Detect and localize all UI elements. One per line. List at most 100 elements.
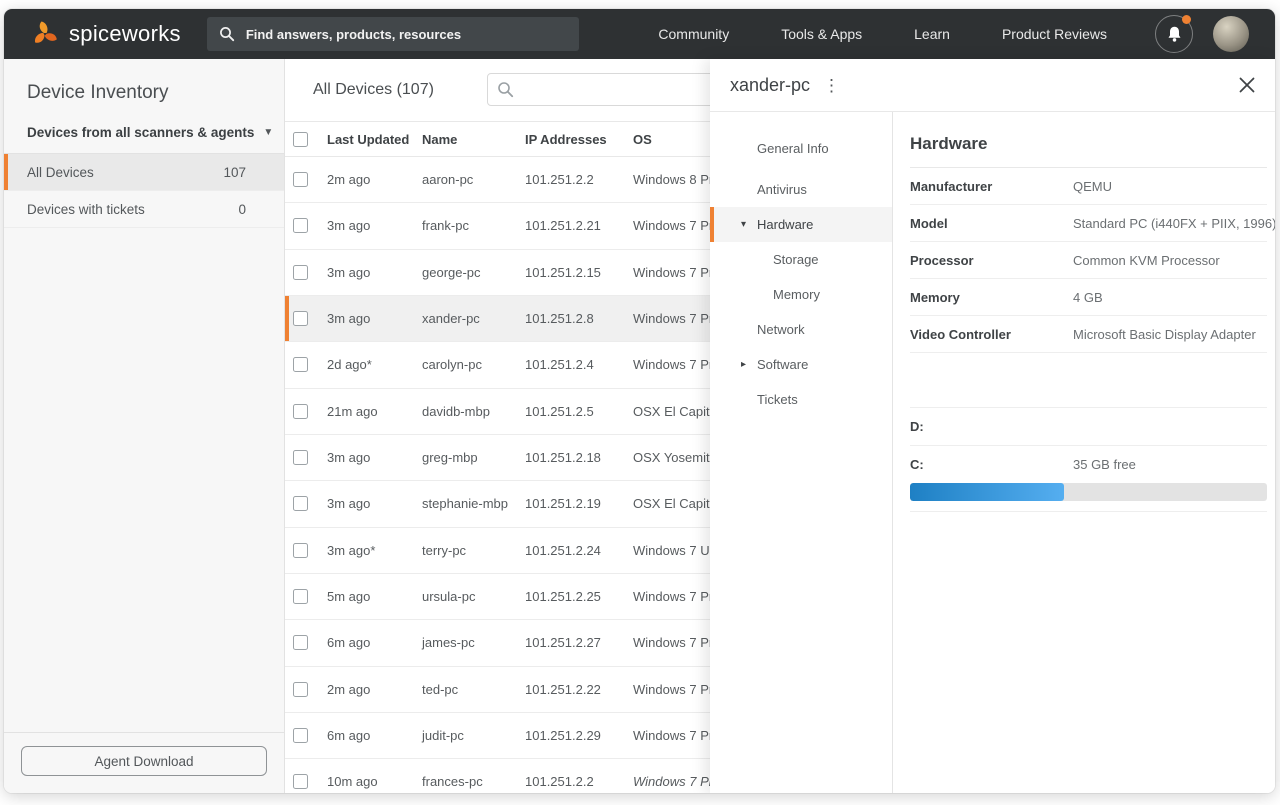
disk-list: D: C: 35 GB free xyxy=(910,407,1267,512)
cell-name: terry-pc xyxy=(422,543,525,558)
column-header-name[interactable]: Name xyxy=(422,132,525,147)
agent-download-button[interactable]: Agent Download xyxy=(21,746,267,776)
spiceworks-logo[interactable]: spiceworks xyxy=(30,19,181,49)
detail-nav: General Info Antivirus ▾ Hardware Storag… xyxy=(710,112,893,793)
column-header-ip-addresses[interactable]: IP Addresses xyxy=(525,132,633,147)
row-checkbox[interactable] xyxy=(293,774,308,789)
cell-last-updated: 3m ago xyxy=(327,311,422,326)
detail-nav-label: General Info xyxy=(757,141,829,156)
device-detail-panel: xander-pc ⋮ General Info Antivirus ▾ Har… xyxy=(710,59,1275,793)
row-checkbox[interactable] xyxy=(293,543,308,558)
disk-row: D: xyxy=(910,408,1267,446)
select-all-checkbox[interactable] xyxy=(293,132,308,147)
detail-nav-label: Software xyxy=(757,357,808,372)
kebab-menu-icon[interactable]: ⋮ xyxy=(823,77,840,94)
cell-ip: 101.251.2.24 xyxy=(525,543,633,558)
cell-ip: 101.251.2.2 xyxy=(525,774,633,789)
hardware-field-row: Model Standard PC (i440FX + PIIX, 1996) xyxy=(910,205,1267,242)
field-value: Common KVM Processor xyxy=(1073,253,1220,268)
cell-ip: 101.251.2.2 xyxy=(525,172,633,187)
navbar-link[interactable]: Community xyxy=(658,26,729,42)
detail-nav-item[interactable]: Storage xyxy=(710,242,892,277)
spiceworks-pepper-icon xyxy=(30,19,60,49)
notifications-button[interactable] xyxy=(1155,15,1193,53)
navbar-link[interactable]: Tools & Apps xyxy=(781,26,862,42)
row-checkbox[interactable] xyxy=(293,589,308,604)
field-label: Memory xyxy=(910,290,1073,305)
cell-last-updated: 3m ago* xyxy=(327,543,422,558)
row-checkbox[interactable] xyxy=(293,218,308,233)
sidebar-item-count: 107 xyxy=(223,165,246,180)
cell-ip: 101.251.2.21 xyxy=(525,218,633,233)
cell-name: frank-pc xyxy=(422,218,525,233)
detail-nav-item[interactable]: Network xyxy=(710,312,892,347)
hardware-field-row: Processor Common KVM Processor xyxy=(910,242,1267,279)
cell-ip: 101.251.2.27 xyxy=(525,635,633,650)
cell-ip: 101.251.2.29 xyxy=(525,728,633,743)
row-checkbox[interactable] xyxy=(293,496,308,511)
row-checkbox[interactable] xyxy=(293,357,308,372)
global-search-input[interactable]: Find answers, products, resources xyxy=(207,17,579,51)
detail-nav-label: Storage xyxy=(773,252,819,267)
row-checkbox[interactable] xyxy=(293,682,308,697)
field-label: Manufacturer xyxy=(910,179,1073,194)
scanner-filter-label: Devices from all scanners & agents xyxy=(27,125,254,140)
row-checkbox[interactable] xyxy=(293,450,308,465)
cell-last-updated: 5m ago xyxy=(327,589,422,604)
top-navbar: spiceworks Find answers, products, resou… xyxy=(4,9,1275,59)
column-header-last-updated[interactable]: Last Updated xyxy=(327,132,422,147)
disk-row: C: 35 GB free xyxy=(910,446,1267,512)
bell-icon xyxy=(1167,25,1182,43)
detail-nav-item[interactable]: Memory xyxy=(710,277,892,312)
cell-ip: 101.251.2.5 xyxy=(525,404,633,419)
detail-nav-item[interactable]: ▾ Hardware xyxy=(710,207,892,242)
cell-last-updated: 21m ago xyxy=(327,404,422,419)
search-icon xyxy=(219,26,235,42)
detail-nav-item[interactable]: General Info xyxy=(710,131,892,166)
row-checkbox[interactable] xyxy=(293,728,308,743)
scanner-filter-dropdown[interactable]: Devices from all scanners & agents ▼ xyxy=(27,125,284,140)
row-checkbox[interactable] xyxy=(293,404,308,419)
table-title: All Devices (107) xyxy=(313,81,434,99)
tree-caret-icon: ▸ xyxy=(741,359,746,370)
cell-last-updated: 3m ago xyxy=(327,450,422,465)
sidebar-item-count: 0 xyxy=(238,202,246,217)
disk-usage-fill xyxy=(910,483,1064,501)
disk-label: C: xyxy=(910,457,1073,472)
field-label: Model xyxy=(910,216,1073,231)
detail-nav-label: Memory xyxy=(773,287,820,302)
hardware-field-row: Memory 4 GB xyxy=(910,279,1267,316)
navbar-link[interactable]: Learn xyxy=(914,26,950,42)
field-label: Video Controller xyxy=(910,327,1073,342)
navbar-link[interactable]: Product Reviews xyxy=(1002,26,1107,42)
field-value: QEMU xyxy=(1073,179,1112,194)
cell-name: aaron-pc xyxy=(422,172,525,187)
detail-nav-label: Network xyxy=(757,322,805,337)
row-checkbox[interactable] xyxy=(293,172,308,187)
row-checkbox[interactable] xyxy=(293,635,308,650)
row-checkbox[interactable] xyxy=(293,265,308,280)
cell-ip: 101.251.2.18 xyxy=(525,450,633,465)
user-avatar[interactable] xyxy=(1213,16,1249,52)
detail-nav-item[interactable]: Antivirus xyxy=(710,172,892,207)
hardware-fields: Manufacturer QEMU Model Standard PC (i44… xyxy=(910,168,1275,353)
page-title: Device Inventory xyxy=(4,59,284,104)
notification-badge xyxy=(1182,15,1191,24)
disk-usage-bar xyxy=(910,483,1267,501)
field-value: 4 GB xyxy=(1073,290,1103,305)
field-value: Microsoft Basic Display Adapter xyxy=(1073,327,1256,342)
detail-nav-item[interactable]: ▸ Software xyxy=(710,347,892,382)
cell-name: xander-pc xyxy=(422,311,525,326)
row-checkbox[interactable] xyxy=(293,311,308,326)
sidebar-item[interactable]: All Devices 107 xyxy=(4,154,284,191)
detail-nav-item[interactable]: Tickets xyxy=(710,382,892,417)
device-name-title: xander-pc xyxy=(730,75,810,96)
cell-last-updated: 2d ago* xyxy=(327,357,422,372)
cell-ip: 101.251.2.22 xyxy=(525,682,633,697)
cell-ip: 101.251.2.8 xyxy=(525,311,633,326)
cell-last-updated: 2m ago xyxy=(327,172,422,187)
device-inventory-sidebar: Device Inventory Devices from all scanne… xyxy=(4,59,285,793)
cell-last-updated: 3m ago xyxy=(327,496,422,511)
sidebar-item[interactable]: Devices with tickets 0 xyxy=(4,191,284,228)
close-icon[interactable] xyxy=(1239,77,1255,93)
